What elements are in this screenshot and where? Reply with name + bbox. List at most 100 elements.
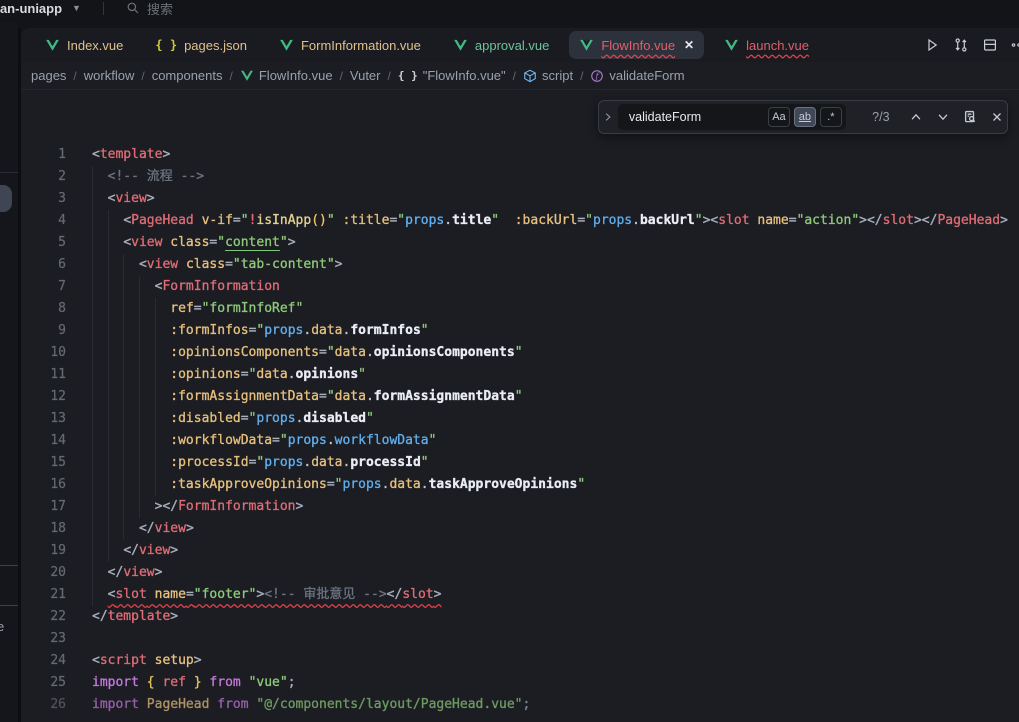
- code-text: :opinions="data.opinions": [66, 364, 366, 386]
- code-line[interactable]: 23: [21, 628, 1019, 650]
- vue-icon: [579, 38, 594, 53]
- indent-guide: [108, 254, 109, 276]
- code-line[interactable]: 21 <slot name="footer"><!-- 审批意见 --></sl…: [21, 584, 1019, 606]
- tab-label: Index.vue: [67, 38, 123, 53]
- tab-flowinfo-vue[interactable]: FlowInfo.vue✕: [569, 31, 704, 59]
- indent-guide: [155, 298, 156, 320]
- breadcrumb-item[interactable]: script: [523, 68, 573, 83]
- breadcrumb-item[interactable]: workflow: [84, 68, 135, 83]
- close-icon[interactable]: ✕: [684, 38, 694, 52]
- code-line[interactable]: 3 <view>: [21, 188, 1019, 210]
- title-bar: dan-uniapp ▼ 搜索: [0, 0, 1019, 22]
- code-line[interactable]: 5 <view class="content">: [21, 232, 1019, 254]
- indent-guide: [92, 254, 93, 276]
- code-line[interactable]: 14 :workflowData="props.workflowData": [21, 430, 1019, 452]
- tab-approval-vue[interactable]: approval.vue: [437, 31, 565, 59]
- breadcrumb-label: script: [542, 68, 573, 83]
- compare-changes-icon[interactable]: [953, 37, 969, 53]
- code-line[interactable]: 17 ></FormInformation>: [21, 496, 1019, 518]
- code-line[interactable]: 26import PageHead from "@/components/lay…: [21, 694, 1019, 716]
- breadcrumb-item[interactable]: Vuter: [350, 68, 381, 83]
- indent-guide: [155, 430, 156, 452]
- indent-guide: [139, 430, 140, 452]
- line-number: 20: [21, 562, 66, 584]
- code-text: <view class="tab-content">: [66, 254, 342, 276]
- code-editor[interactable]: 1<template>2 <!-- 流程 -->3 <view>4 <PageH…: [21, 90, 1019, 722]
- code-line[interactable]: 13 :disabled="props.disabled": [21, 408, 1019, 430]
- code-line[interactable]: 11 :opinions="data.opinions": [21, 364, 1019, 386]
- next-match-icon[interactable]: [933, 106, 954, 128]
- code-line[interactable]: 7 <FormInformation: [21, 276, 1019, 298]
- code-line[interactable]: 1<template>: [21, 144, 1019, 166]
- sidebar-handle[interactable]: [0, 185, 12, 212]
- indent-guide: [123, 386, 124, 408]
- find-input[interactable]: [627, 109, 764, 125]
- tab-forminformation-vue[interactable]: FormInformation.vue: [263, 31, 437, 59]
- code-text: <script setup>: [66, 650, 202, 672]
- svg-text:f: f: [595, 71, 601, 80]
- code-line[interactable]: 2 <!-- 流程 -->: [21, 166, 1019, 188]
- code-line[interactable]: 15 :processId="props.data.processId": [21, 452, 1019, 474]
- breadcrumb-item[interactable]: { }"FlowInfo.vue": [398, 68, 506, 83]
- line-number: 5: [21, 232, 66, 254]
- code-line[interactable]: 12 :formAssignmentData="data.formAssignm…: [21, 386, 1019, 408]
- close-find-icon[interactable]: [986, 106, 1007, 128]
- vue-icon: [453, 38, 468, 53]
- line-number: 25: [21, 672, 66, 694]
- indent-guide: [92, 232, 93, 254]
- global-search[interactable]: 搜索: [126, 0, 173, 18]
- previous-match-icon[interactable]: [906, 106, 927, 128]
- breadcrumb-item[interactable]: components: [152, 68, 223, 83]
- search-icon: [126, 1, 140, 15]
- code-text: import PageHead from "@/components/layou…: [66, 694, 530, 716]
- more-actions-icon[interactable]: [1011, 37, 1019, 53]
- match-case-button[interactable]: Aa: [768, 107, 790, 127]
- tab-launch-vue[interactable]: launch.vue: [708, 31, 825, 59]
- indent-guide: [155, 408, 156, 430]
- code-line[interactable]: 10 :opinionsComponents="data.opinionsCom…: [21, 342, 1019, 364]
- indent-guide: [139, 496, 140, 518]
- code-line[interactable]: 25import { ref } from "vue";: [21, 672, 1019, 694]
- breadcrumb-item[interactable]: pages: [31, 68, 66, 83]
- indent-guide: [123, 408, 124, 430]
- breadcrumb-item[interactable]: FlowInfo.vue: [240, 68, 333, 83]
- indent-guide: [139, 386, 140, 408]
- line-number: 16: [21, 474, 66, 496]
- line-number: 23: [21, 628, 66, 650]
- tab-list: Index.vue { }pages.jsonFormInformation.vu…: [29, 28, 825, 62]
- toggle-replace-icon[interactable]: [599, 111, 618, 123]
- line-number: 18: [21, 518, 66, 540]
- breadcrumb-label: validateForm: [609, 68, 684, 83]
- tab-pages-json[interactable]: { }pages.json: [139, 31, 263, 59]
- breadcrumb-item[interactable]: f validateForm: [590, 68, 684, 83]
- code-line[interactable]: 20 </view>: [21, 562, 1019, 584]
- code-line[interactable]: 6 <view class="tab-content">: [21, 254, 1019, 276]
- code-line[interactable]: 9 :formInfos="props.data.formInfos": [21, 320, 1019, 342]
- code-line[interactable]: 19 </view>: [21, 540, 1019, 562]
- split-editor-icon[interactable]: [982, 37, 998, 53]
- indent-guide: [123, 342, 124, 364]
- run-icon[interactable]: [924, 37, 940, 53]
- project-name[interactable]: dan-uniapp: [0, 1, 62, 16]
- whole-word-button[interactable]: ab: [794, 107, 816, 127]
- code-line[interactable]: 18 </view>: [21, 518, 1019, 540]
- code-line[interactable]: 22</template>: [21, 606, 1019, 628]
- vue-icon: [45, 38, 60, 53]
- indent-guide: [108, 320, 109, 342]
- indent-guide: [92, 540, 93, 562]
- indent-guide: [139, 452, 140, 474]
- chevron-down-icon[interactable]: ▼: [72, 3, 81, 13]
- code-line[interactable]: 24<script setup>: [21, 650, 1019, 672]
- breadcrumb-label: workflow: [84, 68, 135, 83]
- code-line[interactable]: 8 ref="formInfoRef": [21, 298, 1019, 320]
- breadcrumb-label: "FlowInfo.vue": [423, 68, 506, 83]
- json-icon: { }: [155, 38, 177, 52]
- line-number: 7: [21, 276, 66, 298]
- tab-index-vue[interactable]: Index.vue: [29, 31, 139, 59]
- breadcrumb-label: pages: [31, 68, 66, 83]
- code-line[interactable]: 16 :taskApproveOpinions="props.data.task…: [21, 474, 1019, 496]
- indent-guide: [92, 210, 93, 232]
- regex-button[interactable]: .*: [820, 107, 842, 127]
- code-line[interactable]: 4 <PageHead v-if="!isInApp()" :title="pr…: [21, 210, 1019, 232]
- find-in-selection-icon[interactable]: [959, 106, 980, 128]
